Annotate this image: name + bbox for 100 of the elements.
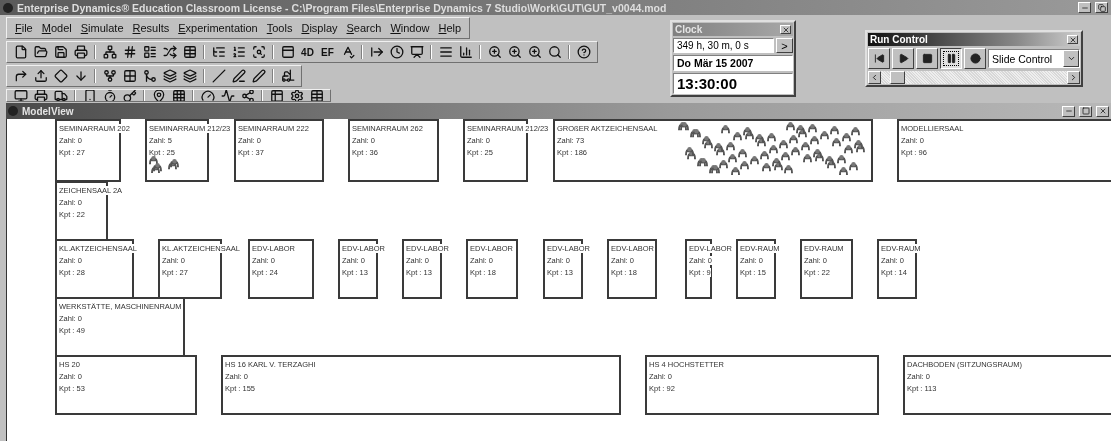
close-icon xyxy=(1068,35,1077,44)
upload-icon xyxy=(33,69,48,83)
advance-button[interactable]: > xyxy=(776,38,793,53)
forklift-icon xyxy=(280,69,295,83)
bar-chart-icon xyxy=(458,45,473,59)
scroll-left-button[interactable] xyxy=(868,71,881,84)
room-outline[interactable] xyxy=(645,355,879,415)
menu-item[interactable]: Display xyxy=(297,22,342,34)
pen-icon xyxy=(251,69,266,83)
restore-button[interactable] xyxy=(1095,2,1108,13)
shuffle-icon xyxy=(162,45,177,59)
slider-thumb[interactable] xyxy=(889,71,905,84)
arrow-down-icon xyxy=(73,69,88,83)
minimize-icon xyxy=(1064,107,1073,115)
zoom-icon xyxy=(487,45,502,59)
close-button[interactable] xyxy=(1096,105,1109,117)
menu-item[interactable]: Results xyxy=(128,22,174,34)
menu-item[interactable]: File xyxy=(11,22,37,34)
room-outline[interactable] xyxy=(55,355,197,415)
stop-button[interactable] xyxy=(916,48,938,69)
key-icon xyxy=(122,90,137,101)
grid-icon xyxy=(171,90,186,101)
maximize-button[interactable] xyxy=(1079,105,1092,117)
minimize-button[interactable] xyxy=(1062,105,1075,117)
menu-item[interactable]: Simulate xyxy=(76,22,128,34)
play-icon xyxy=(897,53,909,64)
restore-icon xyxy=(1097,3,1106,12)
close-button[interactable] xyxy=(780,25,791,34)
arrow-icon xyxy=(369,45,384,59)
room-outline[interactable] xyxy=(897,119,1111,182)
timer-icon xyxy=(102,90,117,101)
grid-icon xyxy=(122,45,137,59)
menu-item[interactable]: Window xyxy=(386,22,434,34)
clock-icon xyxy=(389,45,404,59)
mode-dropdown[interactable]: Slide Control xyxy=(988,49,1080,68)
menu-item[interactable]: Experimentation xyxy=(174,22,262,34)
elapsed-time-field: 349 h, 30 m, 0 s xyxy=(673,38,774,53)
pause-icon xyxy=(945,53,957,64)
printer-icon xyxy=(73,45,88,59)
close-icon xyxy=(781,25,790,34)
phone-icon xyxy=(82,90,97,101)
settings-icon xyxy=(289,90,304,101)
presentation-icon xyxy=(409,45,424,59)
close-icon xyxy=(1098,107,1107,115)
close-button[interactable] xyxy=(1067,35,1078,44)
arrow-icon xyxy=(13,69,28,83)
merge-icon xyxy=(142,69,157,83)
room-outline[interactable] xyxy=(221,355,621,415)
layers-icon xyxy=(182,69,197,83)
save-icon xyxy=(53,45,68,59)
zoom-icon xyxy=(507,45,522,59)
minimize-button[interactable] xyxy=(1078,2,1091,13)
layers-icon xyxy=(162,69,177,83)
pause-button[interactable] xyxy=(940,48,962,69)
pin-icon xyxy=(151,90,166,101)
gauge-icon xyxy=(200,90,215,101)
printer-icon xyxy=(33,90,48,101)
scroll-right-button[interactable] xyxy=(1067,71,1080,84)
room-outline[interactable] xyxy=(903,355,1111,415)
search-icon xyxy=(547,45,562,59)
list-icon xyxy=(231,45,246,59)
help-icon xyxy=(576,45,591,59)
record-icon xyxy=(969,53,981,64)
menu-item[interactable]: Tools xyxy=(262,22,297,34)
clock-title: Clock xyxy=(675,24,703,35)
people-drawing xyxy=(149,155,179,173)
play-button[interactable] xyxy=(892,48,914,69)
pen-icon xyxy=(231,69,246,83)
window-title: Enterprise Dynamics® Education Classroom License - C:\Program Files\Enterprise Dynamics 7 Studio\Work\GUT\GUT_v0044.mod xyxy=(17,1,668,14)
stop-icon xyxy=(921,53,933,64)
monitor-icon xyxy=(13,90,28,101)
fork-icon xyxy=(102,69,117,83)
model-view-title: ModelView xyxy=(22,105,75,117)
toolbar-button[interactable]: 4D xyxy=(298,43,317,61)
activity-icon xyxy=(220,90,235,101)
menu-item[interactable]: Help xyxy=(434,22,466,34)
list-icon xyxy=(142,45,157,59)
truck-icon xyxy=(53,90,68,101)
zoom-icon xyxy=(527,45,542,59)
table-icon xyxy=(309,90,324,101)
folder-icon xyxy=(33,45,48,59)
speed-slider[interactable] xyxy=(881,71,1067,84)
app-icon xyxy=(8,106,18,116)
network-icon xyxy=(102,45,117,59)
scan-icon xyxy=(251,45,266,59)
record-button[interactable] xyxy=(964,48,986,69)
date-field: Do Mär 15 2007 xyxy=(673,55,793,71)
menu-item[interactable]: Model xyxy=(37,22,76,34)
reset-button[interactable] xyxy=(868,48,890,69)
share-icon xyxy=(240,90,255,101)
toolbar-button[interactable]: EF xyxy=(318,43,337,61)
table-icon xyxy=(182,45,197,59)
time-field: 13:30:00 xyxy=(673,73,793,94)
run-control-title: Run Control xyxy=(870,34,928,45)
line-icon xyxy=(211,69,226,83)
diamond-icon xyxy=(53,69,68,83)
app-icon xyxy=(3,2,13,13)
table-icon xyxy=(269,90,284,101)
text-icon xyxy=(438,45,453,59)
menu-item[interactable]: Search xyxy=(342,22,386,34)
